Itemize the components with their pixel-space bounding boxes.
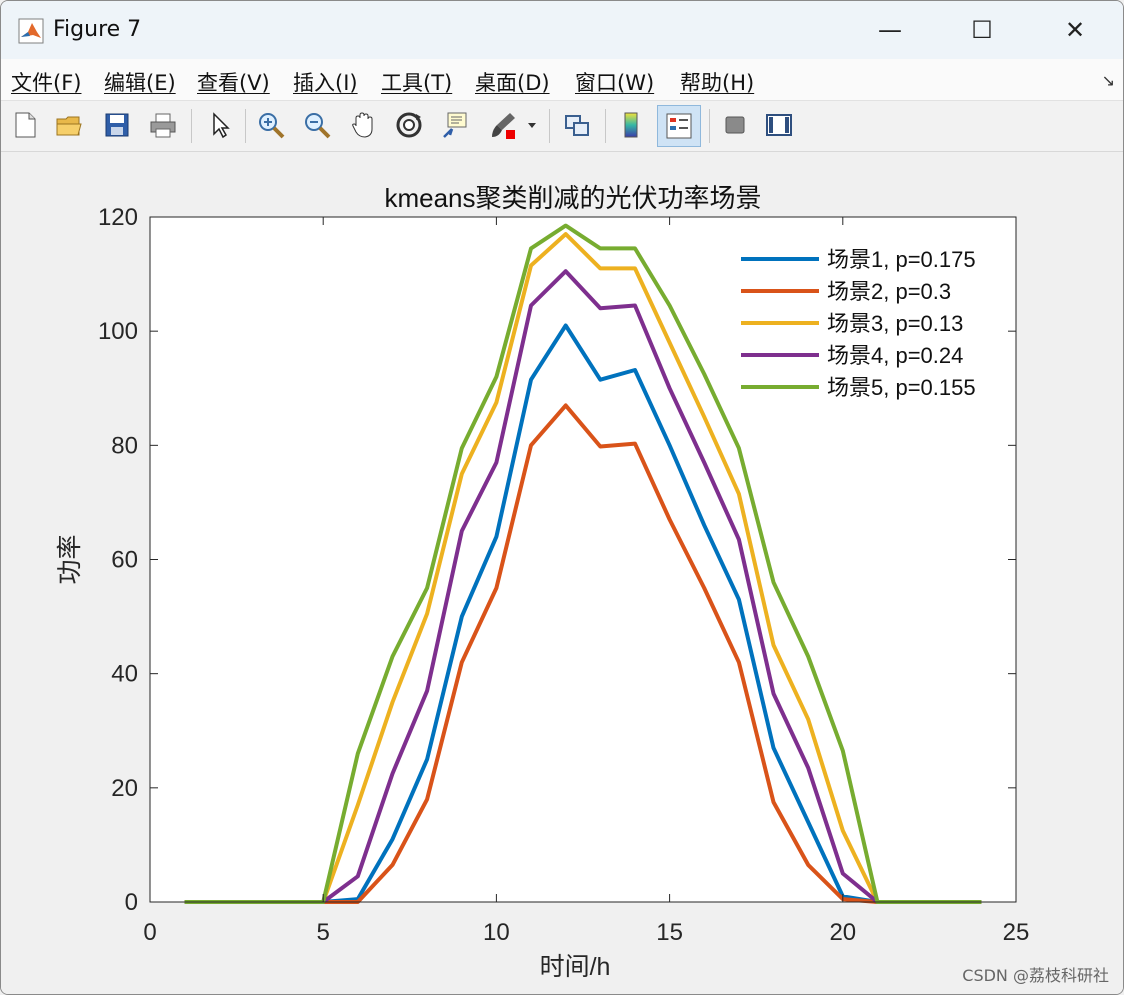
link-plot-icon[interactable] [559, 107, 595, 143]
brush-dropdown-icon[interactable] [523, 107, 541, 143]
x-axis-label: 时间/h [540, 953, 611, 981]
x-tick-label: 25 [1003, 919, 1030, 946]
y-axis-label: 功率 [56, 534, 84, 584]
y-tick-label: 40 [111, 661, 138, 688]
y-tick-label: 100 [98, 318, 138, 345]
chart-svg: 0 5 10 15 20 25 0 20 40 60 80 100 120 kmeans聚类削减的光伏功率… [56, 183, 1030, 981]
legend-label-1: 场景1, p=0.175 [827, 247, 976, 272]
legend-label-4: 场景4, p=0.24 [827, 343, 963, 368]
save-icon[interactable] [99, 107, 135, 143]
colorbar-icon[interactable] [613, 107, 649, 143]
legend-icon[interactable] [657, 105, 701, 147]
open-file-icon[interactable] [51, 107, 87, 143]
chart-title: kmeans聚类削减的光伏功率场景 [384, 183, 761, 213]
menu-bar: 文件(F) 编辑(E) 查看(V) 插入(I) 工具(T) 桌面(D) 窗口(W… [1, 59, 1123, 101]
pan-hand-icon[interactable] [345, 107, 381, 143]
rotate-3d-icon[interactable] [391, 107, 427, 143]
print-icon[interactable] [145, 107, 181, 143]
menu-view[interactable]: 查看(V) [197, 67, 270, 97]
figure-canvas: 0 5 10 15 20 25 0 20 40 60 80 100 120 kmeans聚类削减的光伏功率… [1, 152, 1123, 994]
x-tick-label: 5 [317, 919, 330, 946]
maximize-button[interactable]: ☐ [959, 9, 1005, 51]
y-tick-label: 0 [125, 889, 138, 916]
new-figure-icon[interactable] [7, 107, 43, 143]
pointer-icon[interactable] [201, 107, 237, 143]
menu-edit[interactable]: 编辑(E) [104, 67, 176, 97]
matlab-app-icon [18, 18, 44, 44]
hide-plot-tools-icon[interactable] [717, 107, 753, 143]
y-tick-label: 80 [111, 432, 138, 459]
show-plot-tools-icon[interactable] [761, 107, 797, 143]
menu-tools[interactable]: 工具(T) [381, 67, 452, 97]
menu-window[interactable]: 窗口(W) [575, 67, 654, 97]
figure-window: Figure 7 — ☐ ✕ 文件(F) 编辑(E) 查看(V) 插入(I) 工… [0, 0, 1124, 995]
menu-insert[interactable]: 插入(I) [293, 67, 358, 97]
data-cursor-icon[interactable] [437, 107, 473, 143]
x-tick-label: 10 [483, 919, 510, 946]
zoom-out-icon[interactable] [299, 107, 335, 143]
dock-arrow-icon[interactable]: ↘ [1102, 71, 1115, 90]
legend-label-5: 场景5, p=0.155 [827, 375, 976, 400]
watermark: CSDN @荔枝科研社 [962, 966, 1109, 985]
x-tick-label: 20 [829, 919, 856, 946]
minimize-button[interactable]: — [867, 9, 913, 51]
figure-toolbar [1, 101, 1123, 152]
zoom-in-icon[interactable] [253, 107, 289, 143]
close-button[interactable]: ✕ [1052, 9, 1098, 51]
y-tick-label: 20 [111, 775, 138, 802]
legend-label-2: 场景2, p=0.3 [827, 279, 951, 304]
brush-icon[interactable] [485, 107, 521, 143]
y-tick-label: 120 [98, 204, 138, 231]
menu-desktop[interactable]: 桌面(D) [475, 67, 550, 97]
x-tick-label: 0 [143, 919, 156, 946]
y-tick-label: 60 [111, 547, 138, 574]
legend-label-3: 场景3, p=0.13 [827, 311, 963, 336]
menu-help[interactable]: 帮助(H) [680, 67, 754, 97]
window-title: Figure 7 [53, 17, 142, 42]
title-bar: Figure 7 — ☐ ✕ [1, 1, 1123, 59]
menu-file[interactable]: 文件(F) [11, 67, 81, 97]
x-tick-label: 15 [656, 919, 683, 946]
